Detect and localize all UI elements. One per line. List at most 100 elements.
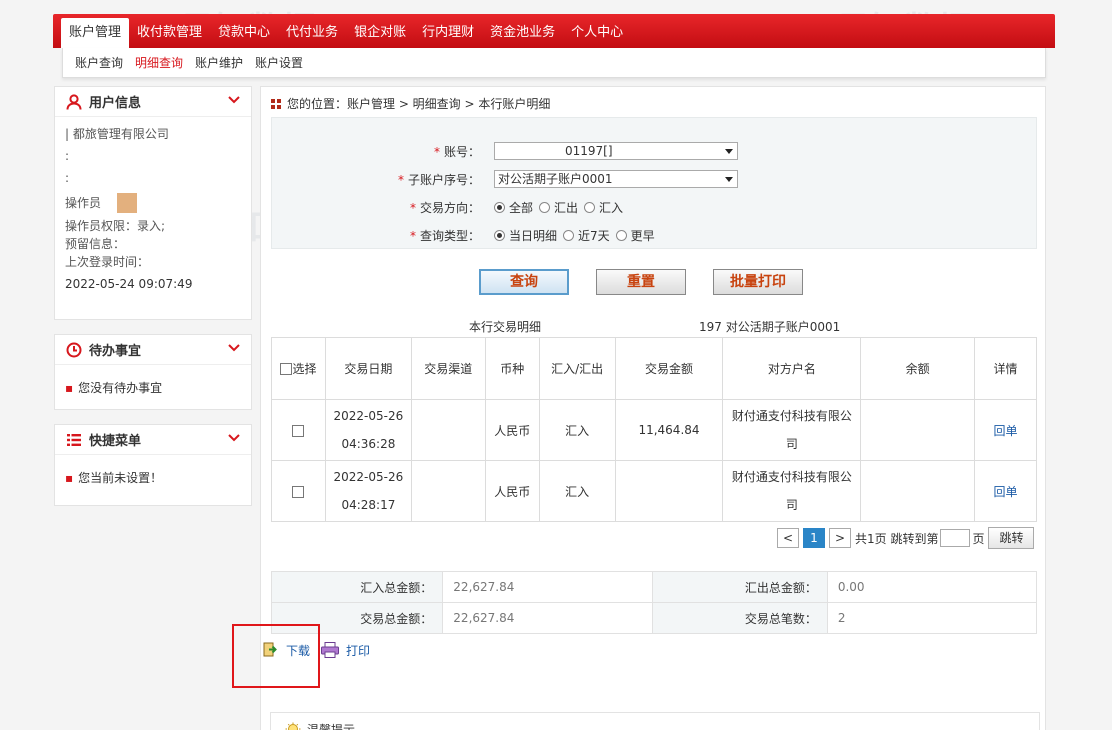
last-login-time: 2022-05-24 09:07:49 <box>65 277 193 291</box>
operator-permission: 操作员权限：录入; <box>65 219 166 233</box>
radio-checked-icon <box>494 229 505 241</box>
account-select-value: 01197[] <box>565 144 613 158</box>
quick-menu-header[interactable]: 快捷菜单 <box>55 425 251 455</box>
breadcrumb: 您的位置：账户管理 > 明细查询 > 本行账户明细 <box>271 95 550 112</box>
quick-menu-panel: 快捷菜单 ▪ 您当前未设置！ <box>54 424 252 506</box>
type-radio-7days[interactable]: 近7天 <box>563 227 610 244</box>
type-radio-earlier-label: 更早 <box>630 228 655 243</box>
direction-radio-out[interactable]: 汇出 <box>539 199 578 216</box>
todo-title: 待办事宜 <box>89 344 142 359</box>
receipt-link[interactable]: 回单 <box>994 424 1018 438</box>
breadcrumb-text: 您的位置：账户管理 > 明细查询 > 本行账户明细 <box>287 97 551 111</box>
top-nav-item-wealth[interactable]: 行内理财 <box>414 18 482 48</box>
chevron-down-icon[interactable] <box>227 431 241 445</box>
top-nav-item-reconcile[interactable]: 银企对账 <box>346 18 414 48</box>
top-nav-item-account[interactable]: 账户管理 <box>61 18 130 48</box>
sub-nav-item-detail-query[interactable]: 明细查询 <box>129 48 189 78</box>
row-counterparty: 财付通支付科技有限公司 <box>722 399 862 461</box>
type-radio-earlier[interactable]: 更早 <box>615 227 655 244</box>
direction-radio-in-label: 汇入 <box>599 200 624 215</box>
bullet-icon: ▪ <box>65 381 74 395</box>
radio-icon <box>539 201 551 213</box>
sub-nav-item-account-settings[interactable]: 账户设置 <box>249 48 309 78</box>
top-nav-item-cash-pool[interactable]: 资金池业务 <box>482 18 563 48</box>
direction-radio-all[interactable]: 全部 <box>494 199 533 216</box>
col-header-detail: 详情 <box>974 337 1037 400</box>
last-login-label: 上次登录时间： <box>65 255 150 269</box>
next-page-button[interactable]: > <box>829 528 851 548</box>
total-count-value: 2 <box>826 602 1038 634</box>
select-all-cell[interactable]: 选择 <box>271 337 326 400</box>
row-direction: 汇入 <box>538 399 616 461</box>
row-balance <box>860 399 976 461</box>
top-nav-item-payments[interactable]: 收付款管理 <box>129 18 210 48</box>
tip-title: 温馨提示 <box>307 723 356 730</box>
chevron-down-icon[interactable] <box>227 341 241 355</box>
lightbulb-icon <box>285 722 301 730</box>
operator-label: 操作员 <box>65 196 102 210</box>
row-time: 04:28:17 <box>341 498 396 512</box>
row-checkbox[interactable] <box>292 485 305 498</box>
account-select[interactable]: 01197[] <box>494 142 738 160</box>
row-channel <box>410 399 486 461</box>
main-content: 您的位置：账户管理 > 明细查询 > 本行账户明细 * 账号： 01197[] *… <box>260 86 1046 730</box>
print-button[interactable]: 打印 <box>320 641 370 659</box>
sub-account-select[interactable]: 对公活期子账户0001 <box>494 170 738 188</box>
todo-panel: 待办事宜 ▪ 您没有待办事宜 <box>54 334 252 410</box>
user-info-header[interactable]: 用户信息 <box>55 87 251 117</box>
reset-button[interactable]: 重置 <box>596 269 686 295</box>
radio-checked-icon <box>494 201 505 213</box>
row-direction: 汇入 <box>538 460 616 522</box>
top-nav-item-loans[interactable]: 贷款中心 <box>210 18 278 48</box>
sub-nav-item-account-maintain[interactable]: 账户维护 <box>189 48 249 78</box>
direction-radio-out-label: 汇出 <box>554 200 579 215</box>
user-info-title: 用户信息 <box>89 96 142 111</box>
top-nav-item-personal[interactable]: 个人中心 <box>563 18 631 48</box>
checkbox[interactable] <box>280 363 293 375</box>
jump-button[interactable]: 跳转 <box>988 527 1035 549</box>
highlight-box <box>232 624 320 688</box>
query-button[interactable]: 查询 <box>479 269 569 295</box>
row-time: 04:36:28 <box>341 437 396 451</box>
sub-nav-item-account-query[interactable]: 账户查询 <box>69 48 129 78</box>
page-jump-input[interactable] <box>940 529 971 547</box>
row-amount: 11,464.84 <box>614 399 724 461</box>
row-currency: 人民币 <box>484 460 540 522</box>
page-info: 共1页 跳转到第 <box>855 531 939 546</box>
table-row: 2022-05-26 04:28:17 人民币 汇入 财付通支付科技有限公司 回单 <box>271 460 1037 522</box>
type-radio-today[interactable]: 当日明细 <box>494 227 557 244</box>
total-amount-value: 22,627.84 <box>442 602 653 634</box>
table-caption-left: 本行交易明细 <box>469 320 542 334</box>
row-date: 2022-05-26 <box>333 470 404 484</box>
batch-print-button[interactable]: 批量打印 <box>713 269 803 295</box>
total-in-label: 汇入总金额： <box>270 571 444 603</box>
col-header-select: 选择 <box>292 361 317 376</box>
col-header-currency: 币种 <box>484 337 540 400</box>
table-header-row: 选择 交易日期 交易渠道 币种 汇入/汇出 交易金额 对方户名 余额 详情 <box>271 337 1037 400</box>
col-header-direction: 汇入/汇出 <box>538 337 616 400</box>
direction-radio-in[interactable]: 汇入 <box>584 199 623 216</box>
type-radio-today-label: 当日明细 <box>509 228 558 243</box>
row-currency: 人民币 <box>484 399 540 461</box>
tip-box: 温馨提示 <box>270 712 1040 730</box>
grid-icon <box>271 98 281 109</box>
prev-page-button[interactable]: < <box>777 528 799 548</box>
summary-table: 汇入总金额： 22,627.84 汇出总金额： 0.00 交易总金额： 22,6… <box>270 571 1038 634</box>
sub-account-select-value: 对公活期子账户0001 <box>498 172 613 186</box>
row-checkbox[interactable] <box>292 424 305 437</box>
page-suffix: 页 <box>972 531 985 546</box>
row-counterparty: 财付通支付科技有限公司 <box>722 460 862 522</box>
top-nav-item-agency-pay[interactable]: 代付业务 <box>278 18 346 48</box>
page-1-button[interactable]: 1 <box>803 528 825 548</box>
avatar <box>117 193 138 213</box>
user-icon <box>65 93 83 111</box>
query-form: * 账号： 01197[] * 子账户序号： 对公活期子账户0001 * 交易方向： … <box>271 117 1037 249</box>
receipt-link[interactable]: 回单 <box>994 485 1018 499</box>
print-label: 打印 <box>346 643 371 658</box>
todo-header[interactable]: 待办事宜 <box>55 335 251 365</box>
chevron-down-icon[interactable] <box>227 93 241 107</box>
type-radio-7days-label: 近7天 <box>578 228 610 243</box>
col-header-date: 交易日期 <box>324 337 412 400</box>
radio-icon <box>584 201 596 213</box>
row-balance <box>860 460 976 522</box>
